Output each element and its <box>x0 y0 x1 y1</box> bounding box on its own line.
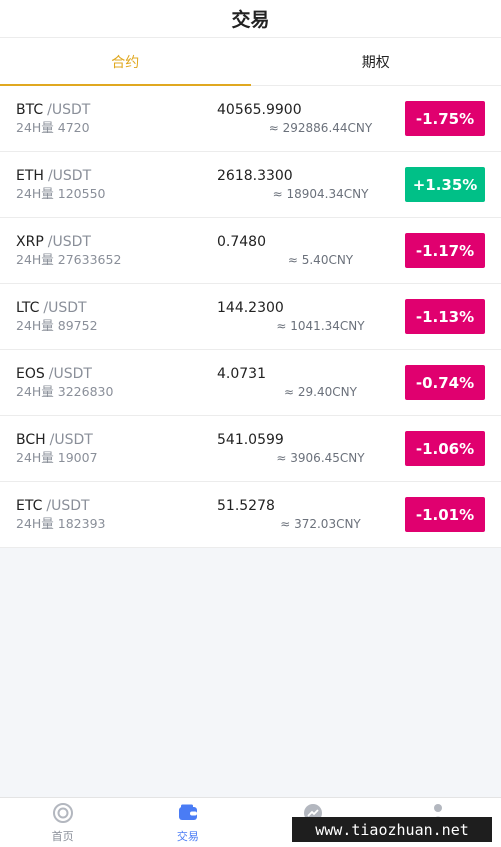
market-volume: 24H量 89752 <box>16 317 98 333</box>
tabbar-trade-label: 交易 <box>176 830 199 843</box>
market-cny: ≈ 5.40CNY <box>287 252 354 267</box>
change-badge[interactable]: -1.01% <box>405 497 485 532</box>
market-row-btc[interactable]: BTC/USDT 24H量 4720 40565.9900 ≈ 292886.4… <box>0 86 501 152</box>
market-quote: /USDT <box>46 497 90 514</box>
market-cny: ≈ 29.40CNY <box>284 384 357 399</box>
wallet-icon <box>178 804 197 820</box>
market-base: ETC <box>16 497 43 514</box>
market-quote: /USDT <box>48 365 92 382</box>
market-cny: ≈ 372.03CNY <box>280 516 361 531</box>
change-badge[interactable]: -1.06% <box>405 431 485 466</box>
market-volume: 24H量 182393 <box>16 515 106 531</box>
market-base: BCH <box>16 431 46 448</box>
market-row-etc[interactable]: ETC/USDT 24H量 182393 51.5278 ≈ 372.03CNY… <box>0 482 501 548</box>
market-cny: ≈ 18904.34CNY <box>272 186 369 201</box>
tabbar-trade[interactable]: 交易 <box>125 798 250 847</box>
market-cny: ≈ 3906.45CNY <box>276 450 365 465</box>
market-base: ETH <box>16 167 44 184</box>
market-volume: 24H量 19007 <box>16 449 98 465</box>
market-price: 2618.3300 <box>217 167 293 184</box>
market-price: 144.2300 <box>217 299 284 316</box>
change-badge[interactable]: -0.74% <box>405 365 485 400</box>
market-cny: ≈ 292886.44CNY <box>268 120 373 135</box>
market-quote: /USDT <box>47 167 92 184</box>
market-price: 4.0731 <box>217 365 266 382</box>
change-badge[interactable]: +1.35% <box>405 167 485 202</box>
market-quote: /USDT <box>47 233 91 250</box>
watermark: www.tiaozhuan.net <box>292 817 492 842</box>
page-title: 交易 <box>231 9 270 31</box>
market-row-ltc[interactable]: LTC/USDT 24H量 89752 144.2300 ≈ 1041.34CN… <box>0 284 501 350</box>
market-price: 51.5278 <box>217 497 275 514</box>
market-quote: /USDT <box>49 431 93 448</box>
market-base: XRP <box>16 233 44 250</box>
tab-options[interactable]: 期权 <box>251 38 501 85</box>
market-volume: 24H量 3226830 <box>16 383 114 399</box>
market-base: LTC <box>16 299 40 316</box>
change-badge[interactable]: -1.13% <box>405 299 485 334</box>
market-row-bch[interactable]: BCH/USDT 24H量 19007 541.0599 ≈ 3906.45CN… <box>0 416 501 482</box>
market-volume: 24H量 27633652 <box>16 251 122 267</box>
market-row-xrp[interactable]: XRP/USDT 24H量 27633652 0.7480 ≈ 5.40CNY … <box>0 218 501 284</box>
market-base: EOS <box>16 365 45 382</box>
market-price: 0.7480 <box>217 233 266 250</box>
market-row-eth[interactable]: ETH/USDT 24H量 120550 2618.3300 ≈ 18904.3… <box>0 152 501 218</box>
market-volume: 24H量 4720 <box>16 119 90 135</box>
change-badge[interactable]: -1.75% <box>405 101 485 136</box>
market-row-eos[interactable]: EOS/USDT 24H量 3226830 4.0731 ≈ 29.40CNY … <box>0 350 501 416</box>
market-list: BTC/USDT 24H量 4720 40565.9900 ≈ 292886.4… <box>0 86 501 548</box>
market-volume: 24H量 120550 <box>16 185 106 201</box>
change-badge[interactable]: -1.17% <box>405 233 485 268</box>
market-cny: ≈ 1041.34CNY <box>276 318 365 333</box>
tab-bar: 合约 期权 <box>0 38 501 86</box>
tabbar-home-label: 首页 <box>51 830 74 843</box>
market-price: 541.0599 <box>217 431 284 448</box>
market-quote: /USDT <box>43 299 87 316</box>
tab-contract[interactable]: 合约 <box>0 38 251 86</box>
top-bar: 交易 <box>0 0 501 38</box>
market-base: BTC <box>16 101 44 118</box>
tabbar-home[interactable]: 首页 <box>0 798 125 847</box>
market-quote: /USDT <box>47 101 91 118</box>
home-icon <box>52 803 73 823</box>
market-price: 40565.9900 <box>217 101 302 118</box>
